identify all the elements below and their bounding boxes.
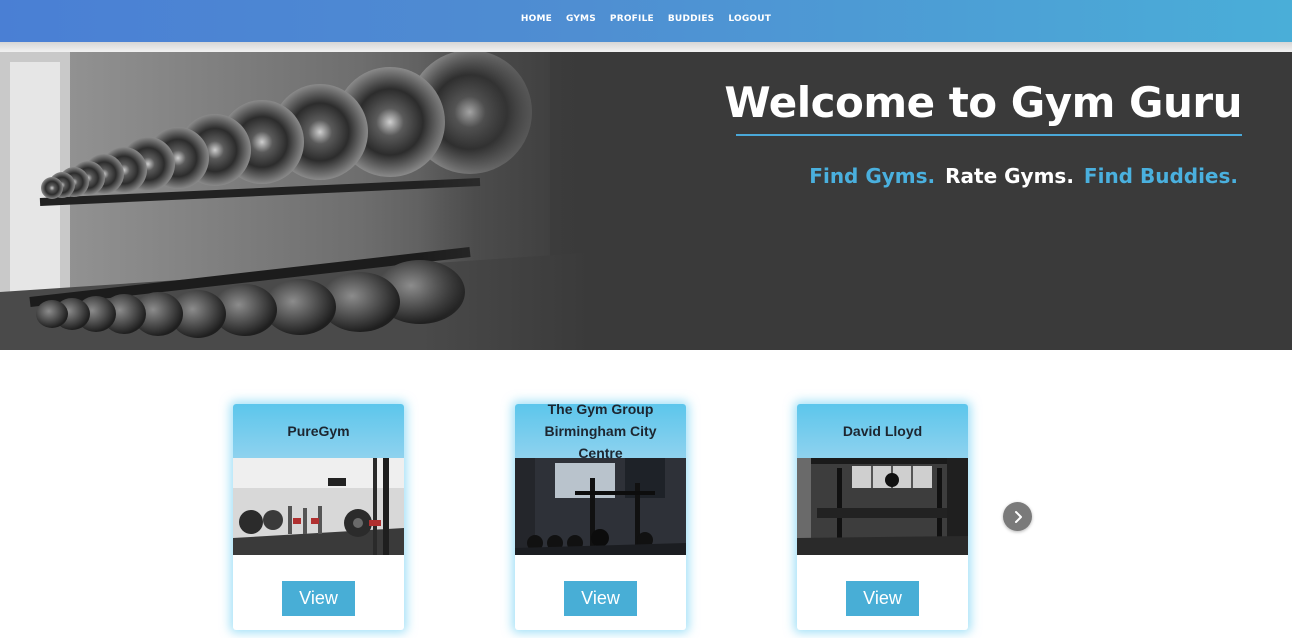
view-gym-button[interactable]: View — [564, 581, 637, 616]
tagline-rate-gyms: Rate Gyms. — [945, 164, 1074, 188]
gym-card: The Gym Group Birmingham City Centre Vie… — [515, 404, 686, 630]
hero-title: Welcome to Gym Guru — [724, 78, 1242, 127]
gym-card: David Lloyd View — [797, 404, 968, 630]
gym-interior-photo — [797, 458, 968, 555]
gym-card-body: View — [797, 555, 968, 630]
hero-title-underline — [736, 134, 1242, 136]
hero-photo-fade — [420, 52, 620, 350]
chevron-right-icon — [1014, 510, 1022, 523]
nav-buddies-link[interactable]: BUDDIES — [668, 14, 715, 24]
tagline-find-gyms: Find Gyms. — [809, 164, 936, 188]
navbar-shadow-divider — [0, 42, 1292, 52]
gym-card-header: David Lloyd — [797, 404, 968, 458]
gym-interior-photo — [233, 458, 404, 555]
gym-carousel: PureGym View The Gym Group Birmingham Ci… — [0, 350, 1292, 638]
nav-gyms-link[interactable]: GYMS — [566, 14, 596, 24]
nav-home-link[interactable]: HOME — [521, 14, 552, 24]
view-gym-button[interactable]: View — [846, 581, 919, 616]
gym-card-body: View — [515, 555, 686, 630]
gym-interior-photo — [515, 458, 686, 555]
hero-banner: Welcome to Gym Guru Find Gyms. Rate Gyms… — [0, 52, 1292, 350]
nav-logout-link[interactable]: LOGOUT — [728, 14, 771, 24]
gym-card-title: The Gym Group Birmingham City Centre — [544, 404, 657, 461]
gym-card-header: PureGym — [233, 404, 404, 458]
gym-card-title: PureGym — [287, 423, 350, 439]
gym-card: PureGym View — [233, 404, 404, 630]
gym-card-header: The Gym Group Birmingham City Centre — [515, 404, 686, 461]
top-navbar: HOME GYMS PROFILE BUDDIES LOGOUT — [0, 0, 1292, 42]
hero-tagline: Find Gyms. Rate Gyms. Find Buddies. — [809, 164, 1238, 188]
carousel-next-button[interactable] — [1003, 502, 1032, 531]
nav-profile-link[interactable]: PROFILE — [610, 14, 654, 24]
tagline-find-buddies: Find Buddies. — [1083, 164, 1238, 188]
gym-card-body: View — [233, 555, 404, 630]
view-gym-button[interactable]: View — [282, 581, 355, 616]
gym-card-title: David Lloyd — [842, 423, 923, 439]
